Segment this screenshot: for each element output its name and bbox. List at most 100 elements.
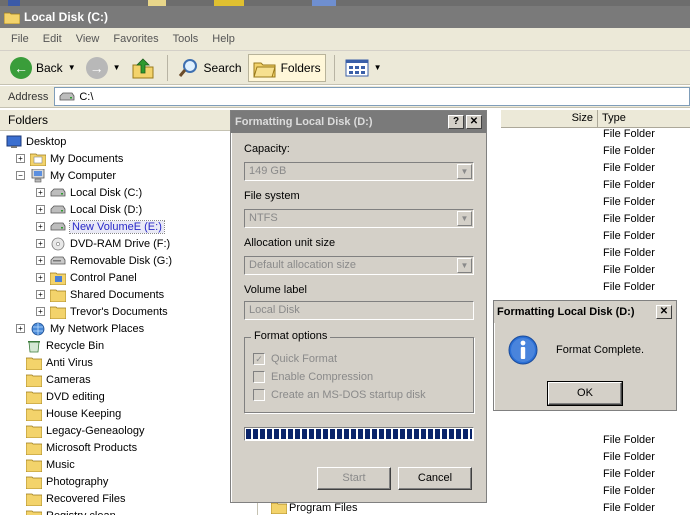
tree-item[interactable]: Registry clean bbox=[25, 507, 116, 515]
checkbox-box bbox=[253, 389, 265, 401]
chevron-down-icon[interactable]: ▼ bbox=[113, 63, 121, 72]
chevron-down-icon: ▼ bbox=[457, 164, 472, 179]
hard-drive-icon bbox=[50, 186, 66, 200]
forward-arrow-icon: → bbox=[85, 56, 108, 79]
tree-item[interactable]: + Trevor's Documents bbox=[36, 303, 168, 320]
list-item[interactable]: Program Files bbox=[271, 502, 357, 514]
folders-button[interactable]: Folders bbox=[247, 53, 326, 82]
allocation-select[interactable]: Default allocation size ▼ bbox=[244, 256, 474, 275]
help-button[interactable]: ? bbox=[448, 115, 464, 129]
tree-item-label: Trevor's Documents bbox=[70, 305, 168, 318]
tree-item[interactable]: Recovered Files bbox=[25, 490, 126, 507]
tree-item-label: Anti Virus bbox=[46, 356, 93, 369]
expand-icon[interactable]: + bbox=[36, 222, 45, 231]
folder-icon bbox=[25, 356, 43, 370]
tree-item[interactable]: + My Network Places bbox=[16, 320, 144, 337]
format-options-group: Format options ✓ Quick Format Enable Com… bbox=[244, 330, 474, 413]
volume-label-input[interactable]: Local Disk bbox=[244, 301, 474, 320]
expand-icon[interactable]: + bbox=[36, 239, 45, 248]
tree-item[interactable]: + New VolumeE (E:) bbox=[36, 218, 165, 235]
complete-dialog-title-bar[interactable]: Formatting Local Disk (D:) ✕ bbox=[494, 301, 676, 323]
expand-icon[interactable]: + bbox=[16, 154, 25, 163]
menu-favorites[interactable]: Favorites bbox=[106, 33, 165, 45]
filesystem-select[interactable]: NTFS ▼ bbox=[244, 209, 474, 228]
my-documents-icon bbox=[29, 152, 47, 166]
folders-pane: Folders Desktop + My Documents − My Computer… bbox=[0, 110, 258, 515]
msdos-startup-checkbox[interactable]: Create an MS-DOS startup disk bbox=[253, 389, 426, 401]
ok-button[interactable]: OK bbox=[547, 381, 623, 406]
file-type-cell: File Folder bbox=[603, 196, 655, 208]
hard-drive-icon bbox=[50, 203, 66, 217]
expand-icon[interactable]: + bbox=[36, 273, 45, 282]
start-button[interactable]: Start bbox=[317, 467, 391, 490]
file-type-cell: File Folder bbox=[603, 213, 655, 225]
column-size[interactable]: Size bbox=[501, 110, 598, 127]
tree-item[interactable]: Anti Virus bbox=[25, 354, 93, 371]
cancel-button[interactable]: Cancel bbox=[398, 467, 472, 490]
tree-item[interactable]: + Removable Disk (G:) bbox=[36, 252, 172, 269]
tree-item[interactable]: Microsoft Products bbox=[25, 439, 137, 456]
expand-icon[interactable]: + bbox=[36, 205, 45, 214]
file-type-cell: File Folder bbox=[603, 145, 655, 157]
folder-icon bbox=[49, 305, 67, 319]
tree-item[interactable]: + DVD-RAM Drive (F:) bbox=[36, 235, 170, 252]
tree-item[interactable]: + My Documents bbox=[16, 150, 123, 167]
enable-compression-checkbox[interactable]: Enable Compression bbox=[253, 371, 373, 383]
window-title: Local Disk (C:) bbox=[24, 10, 109, 24]
forward-button[interactable]: → ▼ bbox=[82, 54, 125, 82]
tree-item[interactable]: House Keeping bbox=[25, 405, 122, 422]
tree-item-label: DVD-RAM Drive (F:) bbox=[70, 237, 171, 250]
close-button[interactable]: ✕ bbox=[656, 305, 672, 319]
close-button[interactable]: ✕ bbox=[466, 115, 482, 129]
window-title-bar[interactable]: Local Disk (C:) bbox=[0, 6, 690, 28]
expand-icon[interactable]: + bbox=[36, 188, 45, 197]
back-button[interactable]: ← Back ▼ bbox=[6, 54, 80, 82]
tree-item-label: My Network Places bbox=[50, 322, 145, 335]
back-label: Back bbox=[36, 60, 63, 75]
tree-item[interactable]: + Local Disk (D:) bbox=[36, 201, 142, 218]
tree-item[interactable]: + Control Panel bbox=[36, 269, 137, 286]
format-progress-bar bbox=[244, 427, 474, 441]
expand-icon[interactable]: + bbox=[36, 290, 45, 299]
tree-item-label: House Keeping bbox=[46, 407, 122, 420]
menu-view[interactable]: View bbox=[69, 33, 107, 45]
expand-icon[interactable]: + bbox=[16, 324, 25, 333]
up-folder-button[interactable] bbox=[127, 54, 159, 82]
tree-item-label: Local Disk (D:) bbox=[70, 203, 143, 216]
tree-item[interactable]: Recycle Bin bbox=[26, 337, 104, 354]
tree-item[interactable]: Photography bbox=[25, 473, 108, 490]
file-type-cell: File Folder bbox=[603, 281, 655, 293]
folder-icon bbox=[25, 492, 43, 506]
tree-item[interactable]: DVD editing bbox=[25, 388, 105, 405]
menu-file[interactable]: File bbox=[4, 33, 36, 45]
hard-drive-icon bbox=[59, 92, 75, 100]
capacity-select[interactable]: 149 GB ▼ bbox=[244, 162, 474, 181]
expand-icon[interactable]: + bbox=[36, 307, 45, 316]
folder-icon bbox=[25, 458, 43, 472]
chevron-down-icon[interactable]: ▼ bbox=[68, 63, 76, 72]
allocation-value: Default allocation size bbox=[249, 259, 357, 271]
tree-item[interactable]: + Shared Documents bbox=[36, 286, 164, 303]
tree-item[interactable]: Music bbox=[25, 456, 75, 473]
search-button[interactable]: Search bbox=[174, 54, 246, 82]
tree-item[interactable]: Cameras bbox=[25, 371, 91, 388]
menu-tools[interactable]: Tools bbox=[166, 33, 206, 45]
chevron-down-icon[interactable]: ▼ bbox=[374, 63, 382, 72]
menu-help[interactable]: Help bbox=[205, 33, 242, 45]
column-type[interactable]: Type bbox=[598, 110, 626, 127]
tree-item-label: Removable Disk (G:) bbox=[70, 254, 173, 267]
quick-format-checkbox[interactable]: ✓ Quick Format bbox=[253, 353, 337, 365]
menu-edit[interactable]: Edit bbox=[36, 33, 69, 45]
format-dialog-title-bar[interactable]: Formatting Local Disk (D:) ? ✕ bbox=[231, 111, 486, 133]
file-type-cell: File Folder bbox=[603, 179, 655, 191]
expand-icon[interactable]: + bbox=[36, 256, 45, 265]
collapse-icon[interactable]: − bbox=[16, 171, 25, 180]
tree-item[interactable]: Legacy-Geneaology bbox=[25, 422, 144, 439]
tree-item[interactable]: − My Computer bbox=[16, 167, 116, 184]
views-button[interactable]: ▼ bbox=[341, 54, 386, 82]
tree-item[interactable]: + Local Disk (C:) bbox=[36, 184, 142, 201]
tree-item-label: Recovered Files bbox=[46, 492, 126, 505]
address-input[interactable]: C:\ bbox=[54, 87, 690, 106]
address-value: C:\ bbox=[79, 90, 94, 103]
tree-item[interactable]: Desktop bbox=[6, 133, 66, 150]
